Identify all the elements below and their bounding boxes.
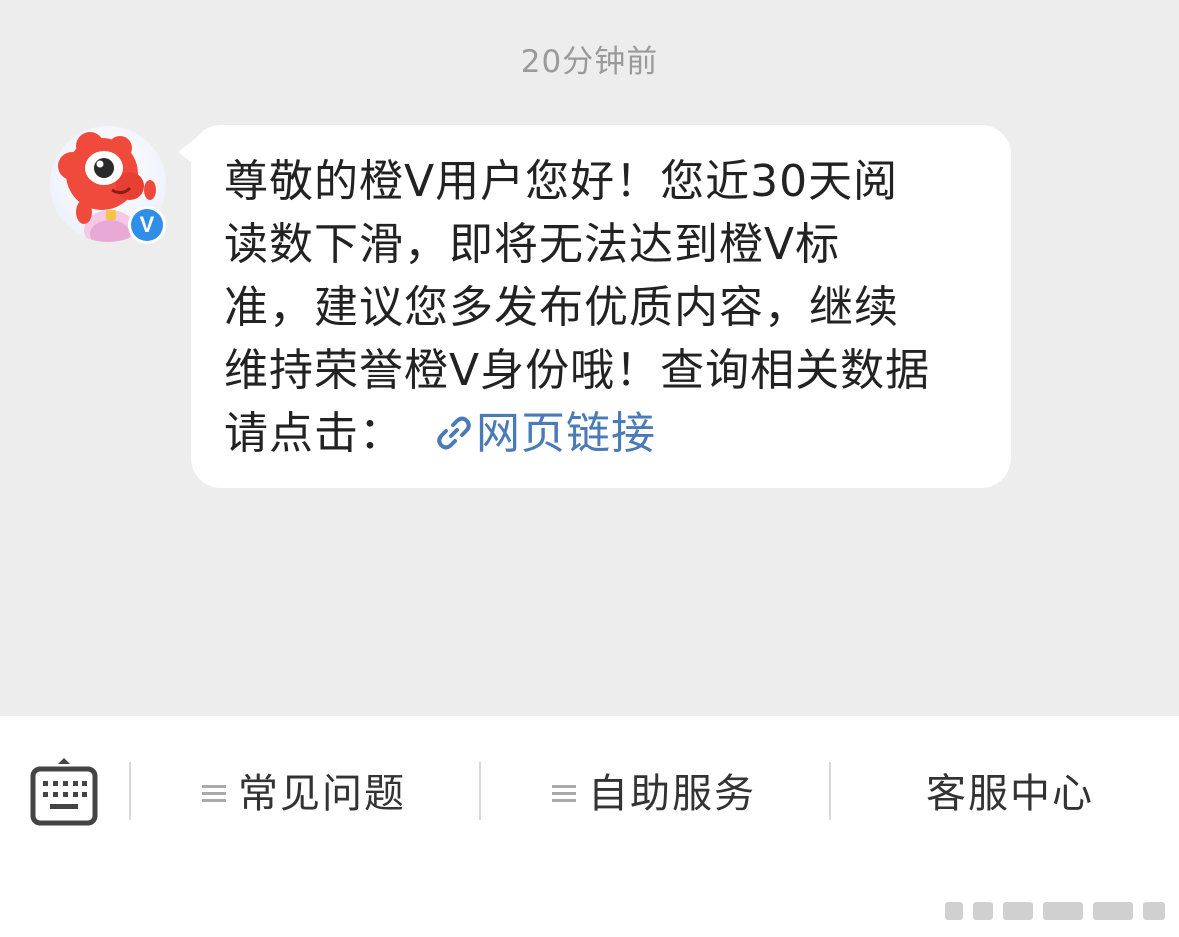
verified-badge-label: V [131,209,163,241]
message-link-prefix: 请点击： [224,408,404,459]
web-link[interactable]: 网页链接 [434,408,656,459]
message-bubble-tail [178,138,196,166]
message-text: 尊敬的橙V用户您好！您近30天阅 读数下滑，即将无法达到橙V标 准，建议您多发布… [224,150,994,465]
customer-service-button-label: 客服中心 [926,771,1094,817]
keyboard-icon[interactable] [30,756,98,826]
customer-service-button[interactable]: 客服中心 [926,766,1094,822]
message-timestamp: 20分钟前 [520,44,659,80]
toolbar-divider [479,762,481,820]
home-indicator [945,902,1165,920]
faq-button[interactable]: 常见问题 [202,766,406,822]
toolbar-divider [129,762,131,820]
menu-lines-icon [202,785,226,802]
link-icon [437,416,471,450]
self-service-button[interactable]: 自助服务 [552,766,756,822]
message-line: 准，建议您多发布优质内容，继续 [224,282,899,333]
menu-lines-icon [552,785,576,802]
message-line: 维持荣誉橙V身份哦！查询相关数据 [224,345,931,396]
web-link-label: 网页链接 [476,408,656,459]
toolbar-divider [829,762,831,820]
self-service-button-label: 自助服务 [588,771,756,817]
verified-badge: V [128,206,166,244]
faq-button-label: 常见问题 [238,771,406,817]
message-line: 尊敬的橙V用户您好！您近30天阅 [224,156,899,207]
message-line-last: 请点击： 网页链接 [224,402,994,465]
message-line: 读数下滑，即将无法达到橙V标 [224,219,841,270]
